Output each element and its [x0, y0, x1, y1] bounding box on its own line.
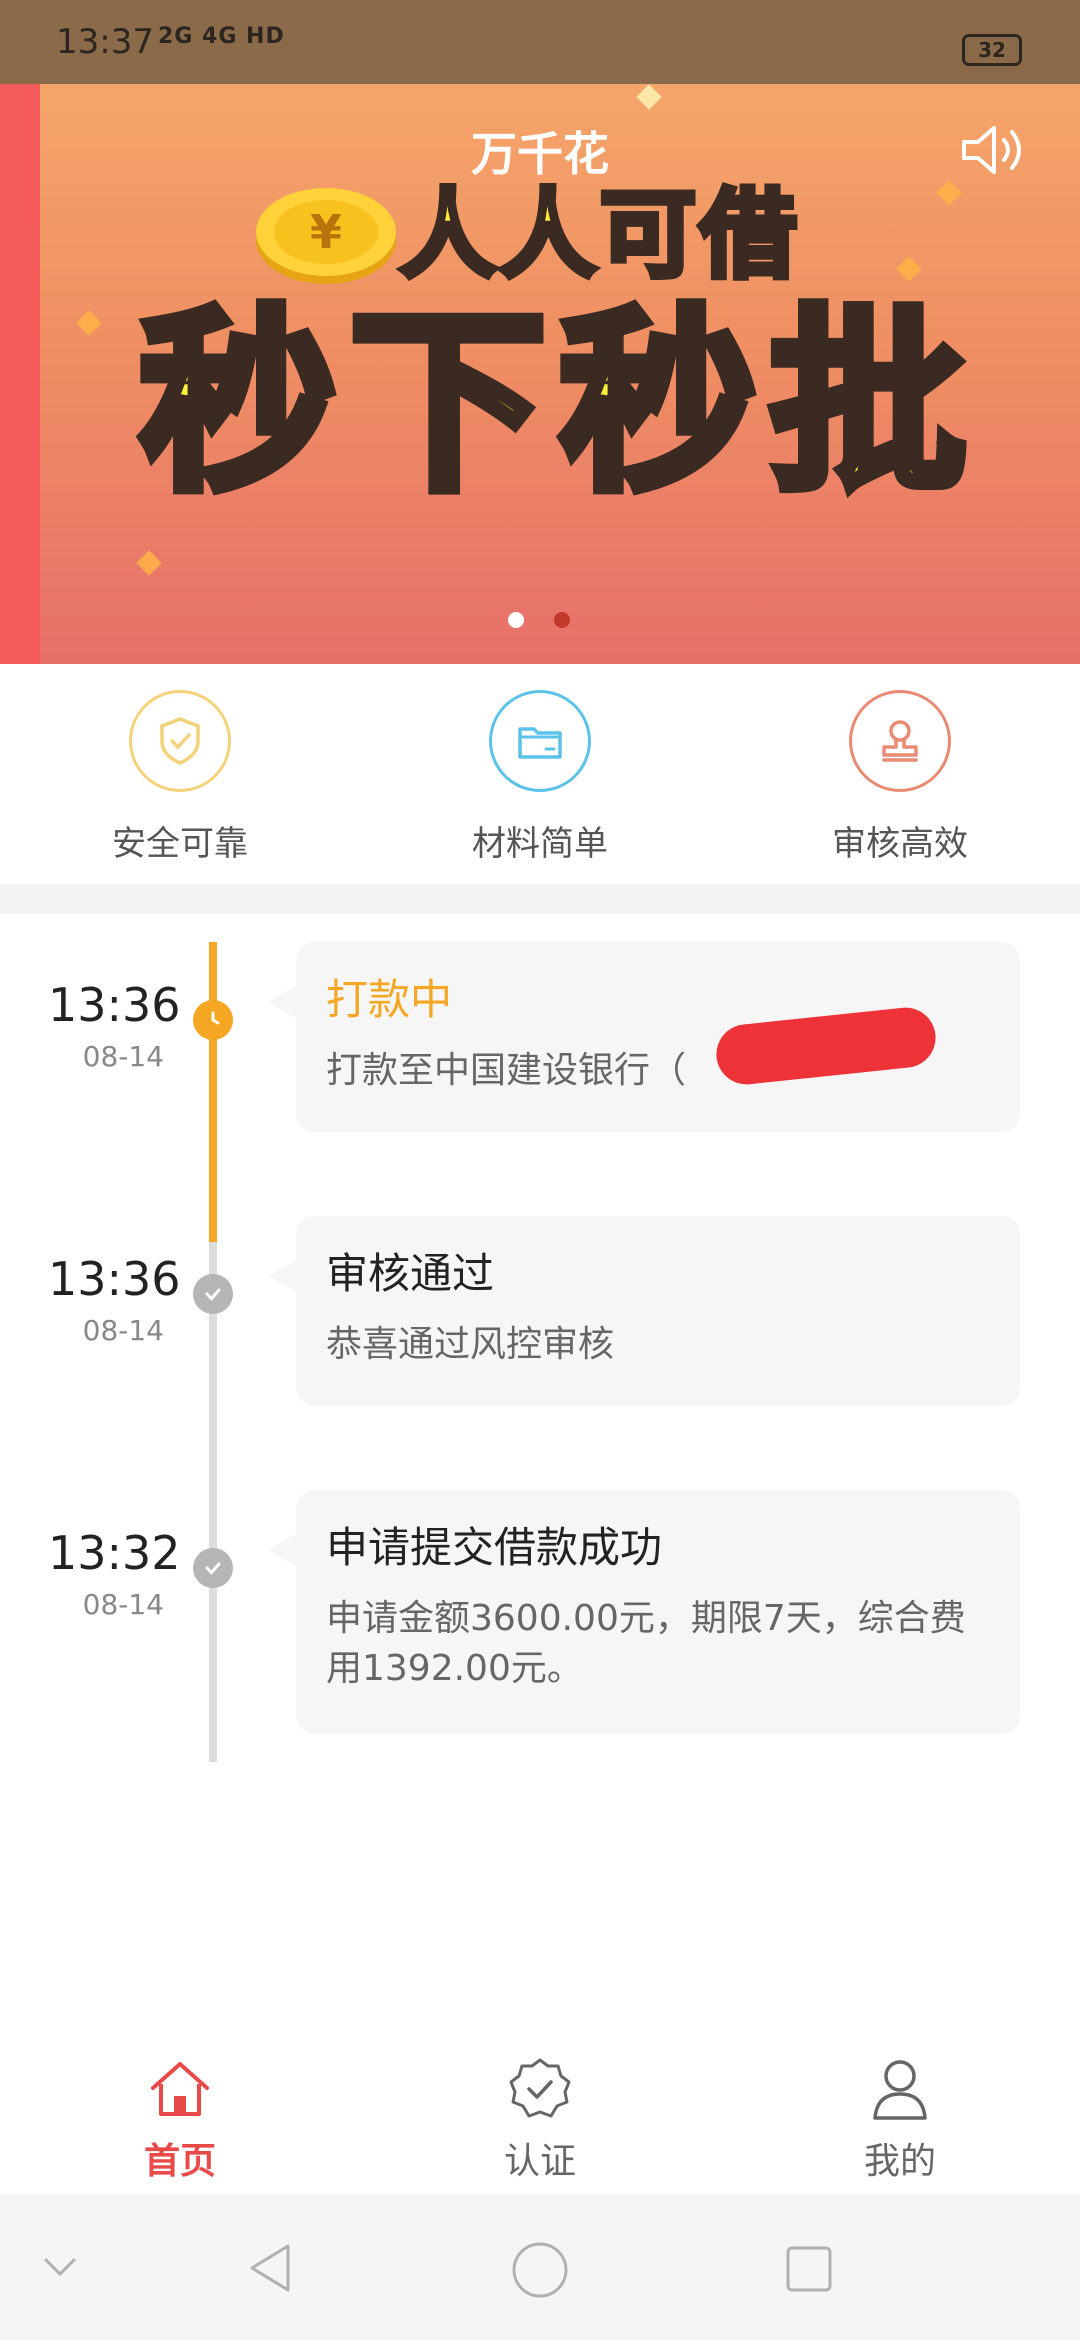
- feature-label: 材料简单: [472, 824, 608, 864]
- verify-badge-icon: [509, 2058, 571, 2118]
- promo-banner[interactable]: 万千花 ¥ 人人可借 秒下秒批: [0, 84, 1080, 664]
- timeline-title: 打款中: [326, 975, 453, 1024]
- timeline-time: 13:32: [48, 1526, 181, 1580]
- timeline-item: 13:36 08-14 审核通过 恭喜通过风控审核: [0, 1216, 1080, 1416]
- section-divider: [0, 884, 1080, 914]
- timeline-time: 13:36: [48, 978, 181, 1032]
- timeline-card[interactable]: 审核通过 恭喜通过风控审核: [268, 1216, 1020, 1406]
- sparkle-decoration: [896, 256, 922, 282]
- feature-efficient: 审核高效: [780, 690, 1020, 865]
- feature-row: 安全可靠 材料简单 审核高效: [0, 664, 1080, 884]
- app-name: 万千花: [471, 127, 609, 181]
- timeline-date: 08-14: [82, 1314, 164, 1347]
- timeline-time: 13:36: [48, 1252, 181, 1306]
- bottom-tab-bar: 首页 认证 我的: [0, 2040, 1080, 2200]
- sparkle-decoration: [636, 84, 662, 110]
- signal-icon: 2G 4G HD: [158, 24, 285, 49]
- timeline-item: 13:32 08-14 申请提交借款成功 申请金额3600.00元，期限7天，综…: [0, 1490, 1080, 1750]
- carousel-dot[interactable]: [554, 612, 570, 628]
- battery-icon: 32: [962, 34, 1022, 66]
- user-icon: [873, 2060, 927, 2120]
- tab-verify[interactable]: 认证: [440, 2054, 640, 2184]
- feature-safe: 安全可靠: [60, 690, 300, 865]
- home-circle-icon[interactable]: [510, 2240, 570, 2300]
- tab-label: 首页: [143, 2141, 216, 2182]
- home-icon: [151, 2062, 209, 2116]
- shield-icon: [160, 717, 200, 765]
- sparkle-decoration: [76, 310, 102, 336]
- feature-circle: [129, 690, 231, 792]
- timeline-date: 08-14: [82, 1040, 164, 1073]
- speaker-icon[interactable]: [958, 120, 1028, 180]
- tab-label: 我的: [863, 2141, 936, 2182]
- loan-timeline: 13:36 08-14 打款中 打款至中国建设银行（ 13:36 08-14 审…: [0, 914, 1080, 2014]
- tab-home[interactable]: 首页: [80, 2054, 280, 2184]
- folder-icon: [518, 727, 562, 759]
- timeline-title: 审核通过: [326, 1249, 495, 1298]
- feature-simple: 材料简单: [420, 690, 660, 865]
- feature-label: 安全可靠: [112, 824, 248, 864]
- banner-main-text: 秒下秒批: [135, 289, 980, 519]
- timeline-desc: 恭喜通过风控审核: [326, 1324, 615, 1365]
- timeline-date: 08-14: [82, 1588, 164, 1621]
- status-time: 13:37: [56, 22, 154, 62]
- carousel-indicator: [508, 612, 570, 628]
- tab-label: 认证: [503, 2141, 576, 2182]
- clock-icon: [193, 1000, 233, 1040]
- recents-icon[interactable]: [784, 2244, 834, 2294]
- back-icon[interactable]: [244, 2240, 296, 2296]
- chevron-down-icon[interactable]: [40, 2252, 80, 2282]
- timeline-card[interactable]: 打款中 打款至中国建设银行（: [268, 942, 1020, 1132]
- timeline-item: 13:36 08-14 打款中 打款至中国建设银行（: [0, 942, 1080, 1142]
- feature-circle: [849, 690, 951, 792]
- check-icon: [193, 1274, 233, 1314]
- stamp-icon: [882, 720, 918, 762]
- feature-circle: [489, 690, 591, 792]
- check-icon: [193, 1548, 233, 1588]
- timeline-desc: 申请金额3600.00元，期限7天，综合费用1392.00元。: [326, 1598, 966, 1689]
- banner-headline: 人人可借: [397, 177, 800, 293]
- carousel-dot-active[interactable]: [508, 612, 524, 628]
- system-nav-bar: [0, 2194, 1080, 2340]
- feature-label: 审核高效: [832, 824, 968, 864]
- sparkle-decoration: [936, 180, 962, 206]
- status-bar: 13:37 2G 4G HD 32: [0, 0, 1080, 84]
- tab-mine[interactable]: 我的: [800, 2054, 1000, 2184]
- timeline-title: 申请提交借款成功: [326, 1523, 663, 1572]
- sparkle-decoration: [136, 550, 162, 576]
- timeline-card[interactable]: 申请提交借款成功 申请金额3600.00元，期限7天，综合费用1392.00元。: [268, 1490, 1020, 1734]
